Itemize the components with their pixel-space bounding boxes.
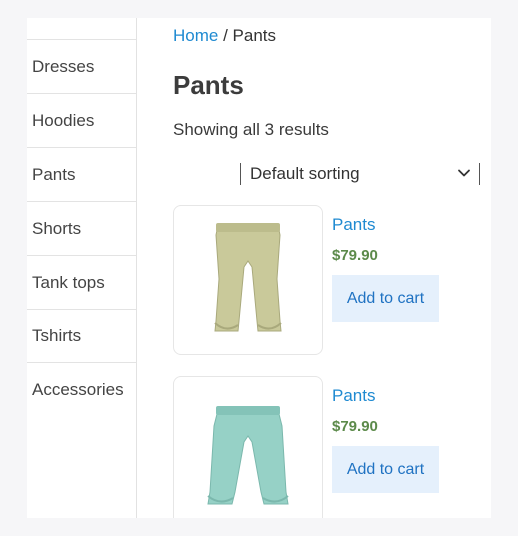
page-container: Dresses Hoodies Pants Shorts Tank tops T… [27,18,491,518]
sidebar-item-pants[interactable]: Pants [27,147,136,201]
breadcrumb-separator: / [218,26,233,45]
sidebar-item-label: Tshirts [32,326,82,345]
pants-icon [207,406,289,505]
pants-icon [214,223,282,332]
add-to-cart-button[interactable]: Add to cart [332,275,439,322]
sorting-selected-value: Default sorting [250,164,360,183]
breadcrumb: Home / Pants [173,26,276,46]
category-sidebar: Dresses Hoodies Pants Shorts Tank tops T… [27,18,137,518]
product-price: $79.90 [332,247,378,264]
sidebar-item-label: Shorts [32,218,82,238]
main-content: Home / Pants Pants Showing all 3 results… [173,18,491,518]
sidebar-item-accessories[interactable]: Accessories [27,363,136,417]
sidebar-item-dresses[interactable]: Dresses [27,39,136,93]
sidebar-item-shorts[interactable]: Shorts [27,201,136,255]
chevron-down-icon [458,169,470,177]
sidebar-item-label: Hoodies [32,110,95,130]
product-card: Pants $79.90 Add to cart [173,376,473,518]
sidebar-item-label: Dresses [32,56,95,76]
sidebar-item-tank-tops[interactable]: Tank tops [27,255,136,309]
sidebar-item-tshirts[interactable]: Tshirts [27,309,136,363]
page-title: Pants [173,70,244,100]
product-name-link[interactable]: Pants [332,386,375,406]
product-price: $79.90 [332,418,378,435]
breadcrumb-current: Pants [232,26,277,45]
result-count: Showing all 3 results [173,120,329,139]
sorting-select[interactable]: Default sorting [240,163,480,185]
product-image[interactable] [173,376,323,518]
sidebar-item-label: Tank tops [32,272,105,292]
product-name-link[interactable]: Pants [332,215,375,235]
sidebar-item-hoodies[interactable]: Hoodies [27,93,136,147]
sidebar-item-label: Pants [32,164,76,184]
sidebar-item-label: Accessories [32,380,124,399]
product-image[interactable] [173,205,323,355]
product-card: Pants $79.90 Add to cart [173,205,473,357]
category-list: Dresses Hoodies Pants Shorts Tank tops T… [27,39,136,417]
add-to-cart-button[interactable]: Add to cart [332,446,439,493]
breadcrumb-home-link[interactable]: Home [173,26,218,45]
